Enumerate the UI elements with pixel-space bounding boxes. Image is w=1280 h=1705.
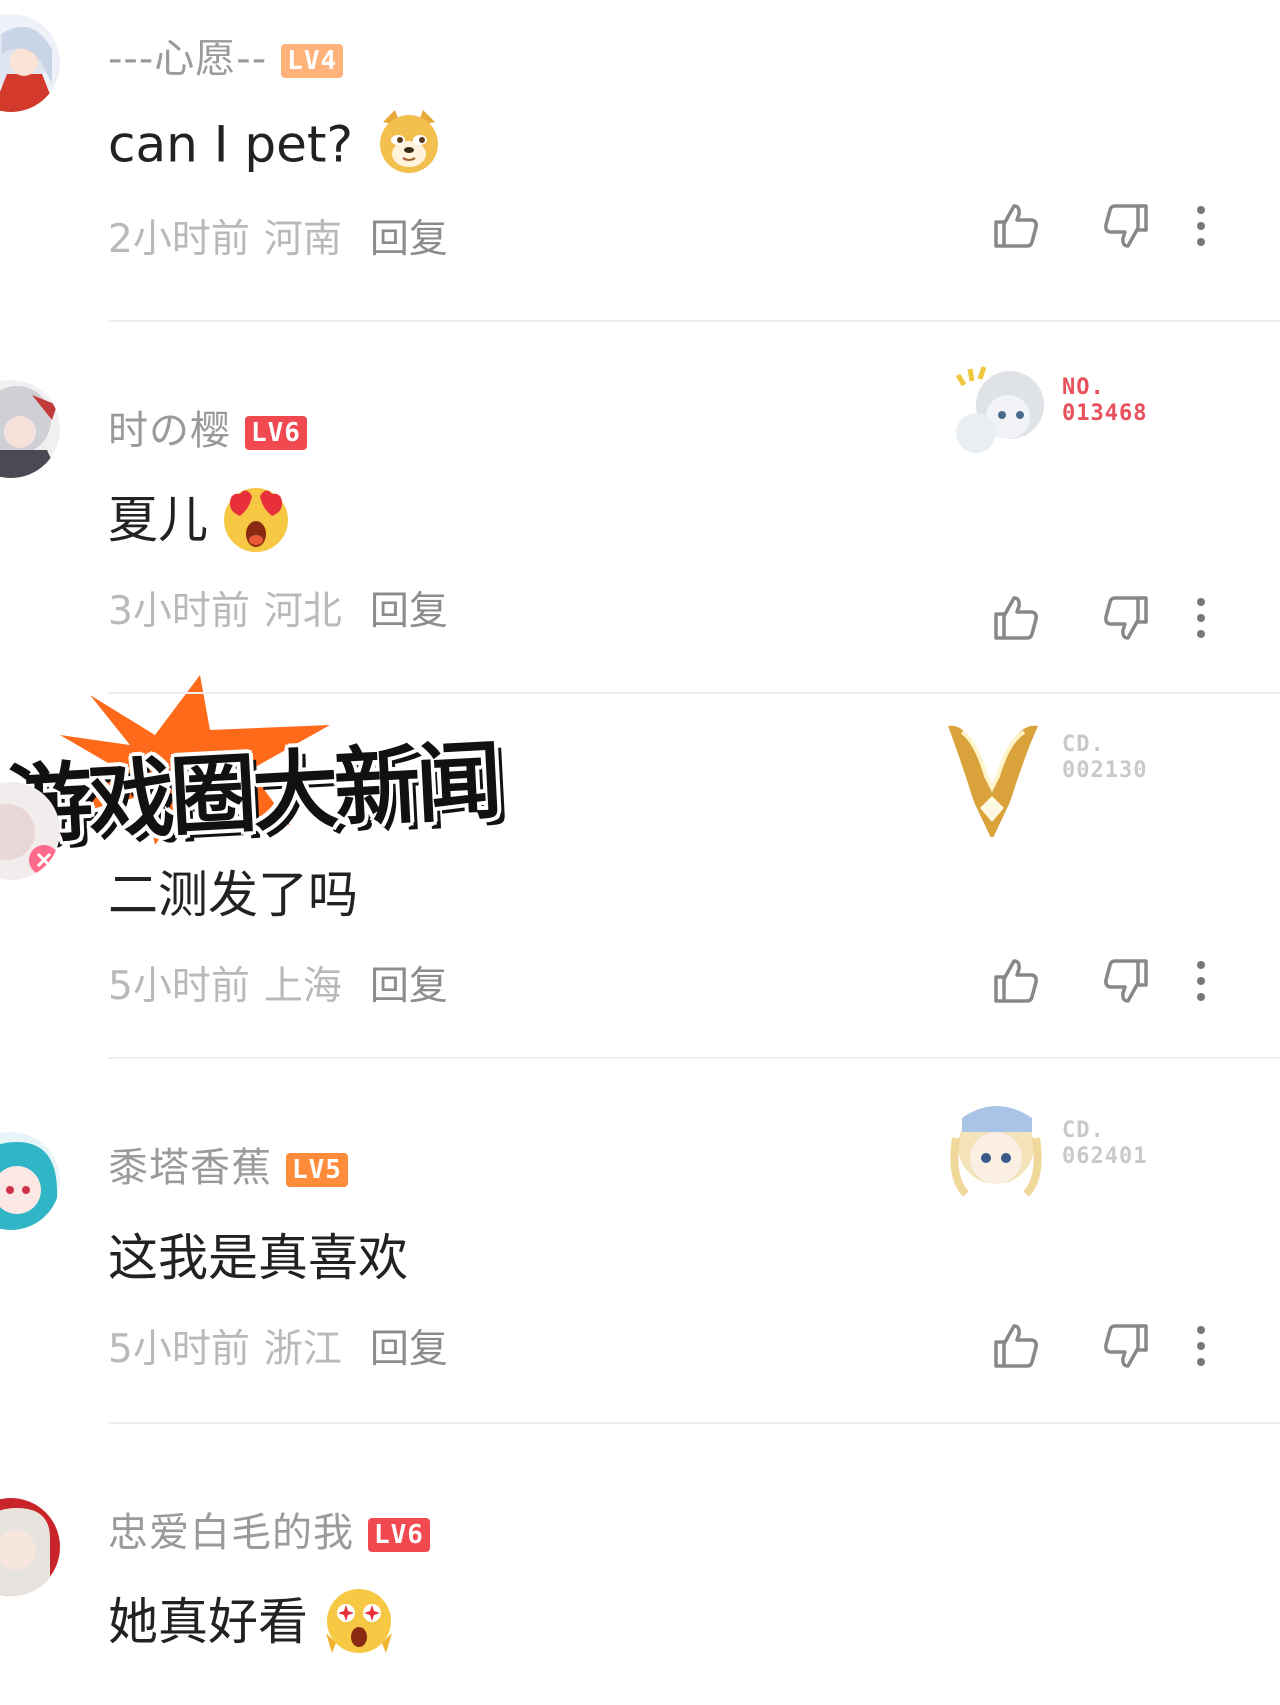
badge-label: CD.: [1062, 732, 1105, 757]
badge-number-value: 013468: [1062, 401, 1148, 426]
banner-title: 游戏圈大新闻: [4, 731, 501, 857]
divider: [108, 1057, 1280, 1059]
badge-number-value: 002130: [1062, 758, 1148, 783]
heart-eyes-emoji-icon: [220, 482, 292, 566]
badge-character-icon: [950, 1106, 1042, 1197]
username[interactable]: 黍塔香蕉 LV5: [108, 1135, 348, 1193]
comment-meta: 5小时前 浙江 回复: [108, 1318, 448, 1374]
comment-meta: 5小时前 上海 回复: [108, 955, 448, 1011]
thumbs-down-icon[interactable]: [1100, 955, 1152, 1011]
news-banner: 游戏圈大新闻: [0, 675, 520, 857]
comment-text: 她真好看: [108, 1582, 396, 1669]
reply-button[interactable]: 回复: [370, 217, 448, 262]
timestamp: 3小时前: [108, 589, 250, 634]
username[interactable]: 时の樱 LV6: [108, 398, 307, 456]
avatar[interactable]: [0, 1498, 60, 1596]
thumbs-up-icon[interactable]: [990, 955, 1042, 1011]
reply-button[interactable]: 回复: [370, 589, 448, 634]
thumbs-down-icon[interactable]: [1100, 200, 1152, 256]
username-text[interactable]: 时の樱: [108, 408, 231, 454]
badge-label: NO.: [1062, 375, 1105, 400]
level-badge: LV6: [245, 416, 307, 450]
comment-text-content: 二测发了吗: [108, 866, 358, 924]
badge-character-icon: [955, 366, 1044, 453]
divider: [108, 1422, 1280, 1424]
comment-actions: [990, 592, 1280, 652]
thumbs-down-icon[interactable]: [1100, 592, 1152, 648]
comment-actions: [990, 1320, 1280, 1380]
thumbs-up-icon[interactable]: [990, 592, 1042, 648]
timestamp: 5小时前: [108, 1327, 250, 1372]
timestamp: 2小时前: [108, 217, 250, 262]
comment-text-content: 她真好看: [108, 1593, 308, 1651]
starstruck-emoji-icon: [322, 1583, 396, 1669]
divider: [108, 692, 1280, 694]
badge-number: CD. 002130: [1062, 732, 1147, 784]
thumbs-up-icon[interactable]: [990, 1320, 1042, 1376]
gold-v-emblem-icon: [948, 725, 1038, 840]
comment-actions: [990, 955, 1280, 1015]
avatar[interactable]: [0, 1132, 60, 1230]
comment-text: 二测发了吗: [108, 855, 358, 927]
reply-button[interactable]: 回复: [370, 1327, 448, 1372]
badge-number: NO. 013468: [1062, 375, 1147, 427]
username[interactable]: 忠爱白毛的我 LV6: [108, 1500, 430, 1558]
divider: [108, 320, 1280, 322]
thumbs-up-icon[interactable]: [990, 200, 1042, 256]
comment-text: 夏儿: [108, 480, 292, 566]
fan-badge[interactable]: NO. 013468: [940, 355, 1240, 475]
timestamp: 5小时前: [108, 964, 250, 1009]
fan-badge[interactable]: CD. 002130: [940, 712, 1240, 840]
username-text[interactable]: 忠爱白毛的我: [108, 1510, 354, 1556]
username-text[interactable]: ---心愿--: [108, 36, 267, 82]
comment-text: can I pet?: [108, 108, 443, 188]
thumbs-down-icon[interactable]: [1100, 1320, 1152, 1376]
comment-text-content: 这我是真喜欢: [108, 1229, 408, 1287]
badge-label: CD.: [1062, 1118, 1105, 1143]
region: 浙江: [263, 1327, 342, 1372]
badge-number: CD. 062401: [1062, 1118, 1147, 1170]
username[interactable]: ---心愿-- LV4: [108, 26, 344, 84]
level-badge: LV5: [286, 1153, 348, 1187]
more-icon[interactable]: [1195, 1320, 1207, 1376]
comment-text-content: can I pet?: [108, 115, 353, 174]
username-text[interactable]: 黍塔香蕉: [108, 1145, 272, 1191]
fan-badge[interactable]: CD. 062401: [940, 1098, 1240, 1218]
badge-number-value: 062401: [1062, 1144, 1148, 1169]
comment-meta: 2小时前 河南 回复: [108, 208, 448, 264]
more-icon[interactable]: [1195, 592, 1207, 648]
level-badge: LV4: [281, 44, 344, 78]
comment-text: 这我是真喜欢: [108, 1218, 408, 1290]
more-icon[interactable]: [1195, 955, 1207, 1011]
more-icon[interactable]: [1195, 200, 1207, 256]
comment-meta: 3小时前 河北 回复: [108, 580, 448, 636]
doge-emoji-icon: [375, 108, 443, 188]
region: 上海: [263, 964, 342, 1009]
avatar[interactable]: [0, 380, 60, 478]
comment-text-content: 夏儿: [108, 491, 208, 549]
region: 河北: [263, 589, 342, 634]
comment-actions: [990, 200, 1280, 260]
region: 河南: [263, 217, 342, 262]
avatar[interactable]: [0, 14, 60, 112]
level-badge: LV6: [368, 1518, 430, 1552]
reply-button[interactable]: 回复: [370, 964, 448, 1009]
